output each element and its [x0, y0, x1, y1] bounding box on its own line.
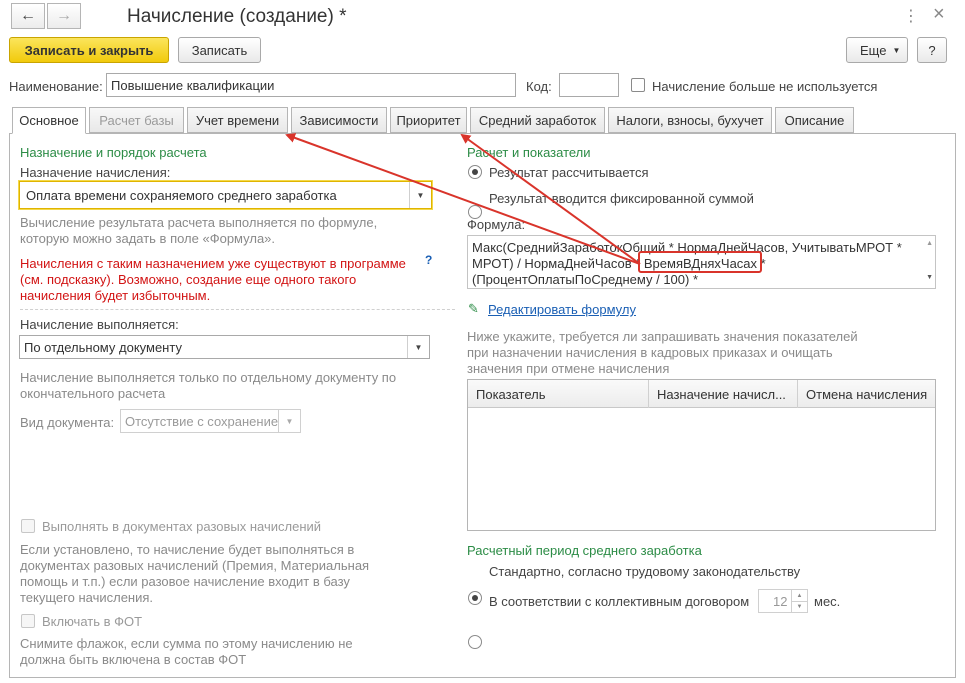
edit-formula-link[interactable]: Редактировать формулу: [488, 302, 636, 317]
col-assignment[interactable]: Назначение начисл...: [649, 380, 798, 408]
tab-taxes[interactable]: Налоги, взносы, бухучет: [608, 107, 772, 133]
execution-label: Начисление выполняется:: [20, 317, 179, 332]
table-header: Показатель Назначение начисл... Отмена н…: [468, 380, 935, 408]
dropdown-arrow-icon: ▼: [278, 410, 300, 432]
save-and-close-button[interactable]: Записать и закрыть: [9, 37, 169, 63]
months-stepper[interactable]: 12 ▲ ▼: [758, 589, 808, 613]
unused-label: Начисление больше не используется: [652, 79, 878, 94]
execution-select-value: По отдельному документу: [24, 339, 182, 355]
document-type-select[interactable]: Отсутствие с сохранением ▼: [120, 409, 301, 433]
warning-help-icon[interactable]: ?: [425, 253, 432, 267]
stepper-up-icon[interactable]: ▲: [791, 590, 807, 601]
formula-hint-line2: которую можно задать в поле «Формула».: [20, 231, 276, 246]
radio-period-standard[interactable]: [468, 591, 482, 605]
name-input[interactable]: Повышение квалификации: [106, 73, 516, 97]
onetime-label: Выполнять в документах разовых начислени…: [42, 519, 322, 534]
fot-hint-line1: Снимите флажок, если сумма по этому начи…: [20, 636, 353, 651]
pencil-icon: ✎: [468, 301, 479, 316]
execution-hint-line2: окончательного расчета: [20, 386, 166, 401]
warning-line1: Начисления с таким назначением уже сущес…: [20, 256, 406, 271]
tab-base-calculation[interactable]: Расчет базы: [89, 107, 184, 133]
arrow-left-icon: ←: [20, 7, 36, 24]
tab-average-salary[interactable]: Средний заработок: [470, 107, 605, 133]
more-label: Еще: [860, 42, 887, 58]
period-standard-label: Стандартно, согласно трудовому законодат…: [489, 564, 801, 579]
months-value: 12: [773, 593, 788, 609]
formula-label: Формула:: [467, 217, 526, 232]
tab-dependencies[interactable]: Зависимости: [291, 107, 387, 133]
period-title: Расчетный период среднего заработка: [467, 543, 702, 558]
name-label: Наименование:: [9, 79, 103, 94]
indicators-hint-line2: при назначении начисления в кадровых при…: [467, 345, 833, 360]
save-button[interactable]: Записать: [178, 37, 261, 63]
execution-select[interactable]: По отдельному документу ▼: [19, 335, 430, 359]
indicators-table[interactable]: Показатель Назначение начисл... Отмена н…: [467, 379, 936, 531]
code-label: Код:: [526, 79, 552, 94]
unused-checkbox[interactable]: [631, 78, 645, 92]
document-type-value: Отсутствие с сохранением: [125, 413, 288, 429]
warning-line3: начисления будет избыточным.: [20, 288, 211, 303]
fot-hint-line2: должна быть включена в состав ФОТ: [20, 652, 247, 667]
radio-period-contract[interactable]: [468, 635, 482, 649]
forward-button[interactable]: →: [47, 3, 81, 29]
months-unit: мес.: [814, 594, 841, 609]
onetime-hint-line4: текущего начисления.: [20, 590, 154, 605]
document-type-label: Вид документа:: [20, 415, 115, 430]
help-button[interactable]: ?: [917, 37, 947, 63]
more-vert-icon[interactable]: ⋮: [903, 6, 919, 26]
fot-label: Включать в ФОТ: [42, 614, 143, 629]
onetime-hint-line1: Если установлено, то начисление будет вы…: [20, 542, 355, 557]
dropdown-arrow-icon: ▼: [409, 182, 431, 208]
indicators-hint-line1: Ниже укажите, требуется ли запрашивать з…: [467, 329, 858, 344]
formula-line3: (ПроцентОплатыПоСреднему / 100) *: [472, 272, 699, 287]
indicators-hint-line3: значения при отмене начисления: [467, 361, 670, 376]
dropdown-arrow-icon: ▼: [407, 336, 429, 358]
purpose-select-value: Оплата времени сохраняемого среднего зар…: [26, 187, 337, 203]
back-button[interactable]: ←: [11, 3, 45, 29]
chevron-down-icon: ▼: [892, 45, 901, 55]
tab-description[interactable]: Описание: [775, 107, 854, 133]
radio-calculated-label: Результат рассчитывается: [489, 165, 649, 180]
onetime-hint-line3: помощь и т.п.) если разовое начисление в…: [20, 574, 350, 589]
formula-highlight-box: [638, 251, 762, 273]
onetime-checkbox[interactable]: [21, 519, 35, 533]
stepper-down-icon[interactable]: ▼: [791, 601, 807, 612]
execution-hint-line1: Начисление выполняется только по отдельн…: [20, 370, 397, 385]
radio-calculated[interactable]: [468, 165, 482, 179]
section-separator: [20, 309, 455, 310]
close-icon[interactable]: ×: [933, 3, 945, 26]
formula-line2-start: МРОТ) / НормаДнейЧасов *: [472, 256, 644, 271]
arrow-right-icon: →: [56, 7, 72, 24]
period-contract-label: В соответствии с коллективным договором: [489, 594, 750, 609]
col-cancel[interactable]: Отмена начисления: [798, 380, 935, 408]
formula-hint-line1: Вычисление результата расчета выполняетс…: [20, 215, 378, 230]
onetime-hint-line2: документах разовых начислений (Премия, М…: [20, 558, 370, 573]
purpose-label: Назначение начисления:: [20, 165, 171, 180]
right-section-title: Расчет и показатели: [467, 145, 591, 160]
purpose-select[interactable]: Оплата времени сохраняемого среднего зар…: [19, 181, 432, 209]
code-input[interactable]: [559, 73, 619, 97]
tab-main[interactable]: Основное: [12, 107, 86, 134]
tab-priority[interactable]: Приоритет: [390, 107, 467, 133]
scroll-up-icon[interactable]: ▲: [926, 240, 933, 247]
scroll-down-icon[interactable]: ▼: [926, 274, 933, 281]
left-section-title: Назначение и порядок расчета: [20, 145, 207, 160]
tab-time-accounting[interactable]: Учет времени: [187, 107, 288, 133]
col-indicator[interactable]: Показатель: [468, 380, 649, 408]
fot-checkbox[interactable]: [21, 614, 35, 628]
radio-fixed-label: Результат вводится фиксированной суммой: [489, 191, 754, 206]
warning-line2: (см. подсказку). Возможно, создание еще …: [20, 272, 357, 287]
window-title: Начисление (создание) *: [127, 6, 347, 27]
more-button[interactable]: Еще ▼: [846, 37, 908, 63]
